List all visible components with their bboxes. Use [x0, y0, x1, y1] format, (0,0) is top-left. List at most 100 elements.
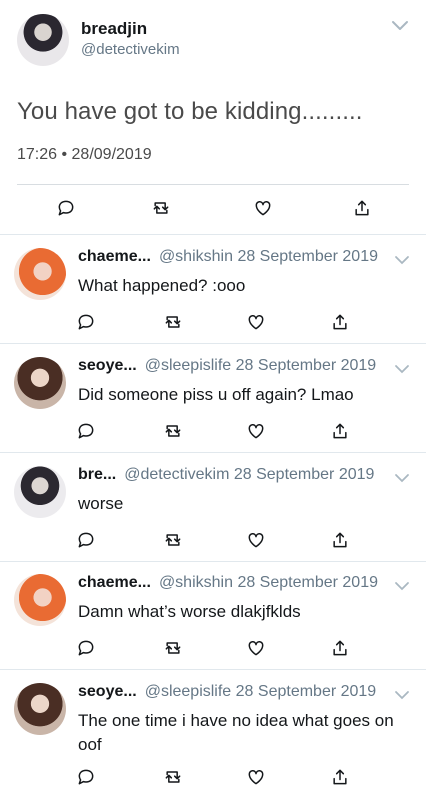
chevron-down-icon[interactable] [394, 578, 410, 594]
list-item[interactable]: bre... @detectivekim 28 September 2019 wo… [0, 466, 426, 561]
reply-text: Did someone piss u off again? Lmao [78, 385, 354, 404]
like-button[interactable] [244, 636, 268, 660]
reply-text: The one time i have no idea what goes on… [78, 711, 394, 754]
avatar[interactable] [14, 466, 66, 518]
reply-text: worse [78, 494, 124, 513]
reply-handle[interactable]: @detectivekim [124, 466, 229, 483]
like-icon [248, 769, 264, 785]
reply-button[interactable] [74, 419, 98, 443]
share-icon [333, 314, 347, 330]
chevron-down-icon[interactable] [394, 361, 410, 377]
share-icon [333, 423, 347, 439]
reply-icon [78, 314, 94, 330]
reply-handle[interactable]: @sleepislife [145, 683, 232, 700]
avatar[interactable] [17, 14, 69, 66]
retweet-icon [165, 425, 181, 437]
reply-button[interactable] [74, 765, 98, 789]
retweet-button[interactable] [149, 196, 173, 220]
reply-text: Damn what’s worse dlakjfklds [78, 602, 301, 621]
share-icon [333, 769, 347, 785]
divider [0, 452, 426, 453]
retweet-button[interactable] [161, 528, 185, 552]
retweet-icon [153, 202, 169, 214]
reply-button[interactable] [74, 528, 98, 552]
like-button[interactable] [244, 765, 268, 789]
main-tweet-handle[interactable]: @detectivekim [81, 41, 180, 58]
reply-icon [78, 423, 94, 439]
like-icon [248, 423, 264, 439]
reply-icon [78, 769, 94, 785]
reply-actions [0, 636, 426, 664]
main-tweet: breadjin @detectivekim You have got to b… [0, 0, 426, 235]
reply-icon [78, 532, 94, 548]
retweet-icon [165, 534, 181, 546]
main-tweet-name[interactable]: breadjin [81, 19, 147, 39]
chevron-down-icon[interactable] [394, 252, 410, 268]
reply-handle[interactable]: @sleepislife [145, 357, 232, 374]
like-icon [248, 640, 264, 656]
reply-button[interactable] [54, 196, 78, 220]
list-item[interactable]: chaeme... @shikshin 28 September 2019 Wha… [0, 248, 426, 343]
share-icon [333, 640, 347, 656]
like-button[interactable] [244, 528, 268, 552]
divider [0, 669, 426, 670]
avatar[interactable] [14, 357, 66, 409]
reply-date: 28 September 2019 [237, 574, 378, 591]
divider [17, 184, 409, 185]
main-tweet-text: You have got to be kidding......... [17, 98, 363, 125]
retweet-icon [165, 771, 181, 783]
reply-date: 28 September 2019 [235, 683, 377, 700]
reply-header: chaeme... @shikshin 28 September 2019 [78, 248, 378, 270]
reply-icon [78, 640, 94, 656]
retweet-button[interactable] [161, 765, 185, 789]
retweet-button[interactable] [161, 310, 185, 334]
share-button[interactable] [328, 765, 352, 789]
share-button[interactable] [328, 636, 352, 660]
chevron-down-icon[interactable] [389, 14, 411, 36]
list-item[interactable]: chaeme... @shikshin 28 September 2019 Dam… [0, 574, 426, 669]
share-button[interactable] [328, 528, 352, 552]
list-item[interactable]: seoye... @sleepislife 28 September 2019 D… [0, 357, 426, 452]
reply-header: bre... @detectivekim 28 September 2019 [78, 466, 374, 488]
divider [0, 561, 426, 562]
avatar[interactable] [14, 248, 66, 300]
like-button[interactable] [251, 196, 275, 220]
like-button[interactable] [244, 310, 268, 334]
share-button[interactable] [328, 419, 352, 443]
reply-name[interactable]: seoye... [78, 357, 137, 374]
reply-handle[interactable]: @shikshin [159, 248, 233, 265]
reply-actions [0, 419, 426, 447]
list-item[interactable]: seoye... @sleepislife 28 September 2019 T… [0, 683, 426, 800]
retweet-icon [165, 642, 181, 654]
share-button[interactable] [328, 310, 352, 334]
share-button[interactable] [350, 196, 374, 220]
main-tweet-actions [0, 196, 426, 224]
reply-name[interactable]: bre... [78, 466, 116, 483]
reply-actions [0, 310, 426, 338]
reply-button[interactable] [74, 310, 98, 334]
like-button[interactable] [244, 419, 268, 443]
reply-actions [0, 765, 426, 793]
reply-name[interactable]: seoye... [78, 683, 137, 700]
avatar[interactable] [14, 574, 66, 626]
avatar[interactable] [14, 683, 66, 735]
like-icon [255, 200, 271, 216]
reply-name[interactable]: chaeme... [78, 248, 151, 265]
reply-button[interactable] [74, 636, 98, 660]
reply-header: seoye... @sleepislife 28 September 2019 [78, 683, 376, 705]
share-icon [355, 200, 369, 216]
retweet-button[interactable] [161, 636, 185, 660]
like-icon [248, 314, 264, 330]
reply-actions [0, 528, 426, 556]
retweet-button[interactable] [161, 419, 185, 443]
reply-header: chaeme... @shikshin 28 September 2019 [78, 574, 378, 596]
reply-date: 28 September 2019 [233, 466, 375, 483]
like-icon [248, 532, 264, 548]
reply-date: 28 September 2019 [235, 357, 377, 374]
reply-handle[interactable]: @shikshin [159, 574, 233, 591]
divider [0, 234, 426, 235]
reply-text: What happened? :ooo [78, 276, 246, 295]
reply-name[interactable]: chaeme... [78, 574, 151, 591]
chevron-down-icon[interactable] [394, 470, 410, 486]
chevron-down-icon[interactable] [394, 687, 410, 703]
